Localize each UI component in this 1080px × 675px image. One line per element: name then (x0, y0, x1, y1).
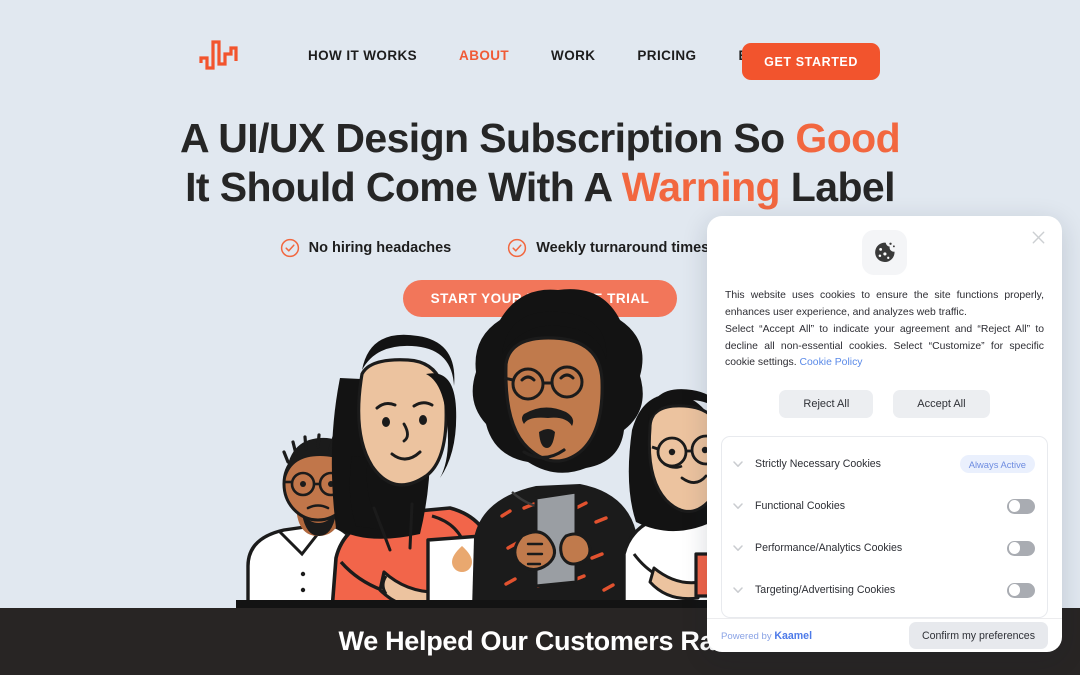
team-illustration (236, 289, 736, 610)
reject-all-button[interactable]: Reject All (779, 390, 874, 419)
page-title: A UI/UX Design Subscription So Good It S… (0, 115, 1080, 210)
nav-links: HOW IT WORKS ABOUT WORK PRICING BLOG (308, 48, 779, 63)
cookie-category-row: Targeting/Advertising Cookies (722, 569, 1047, 611)
powered-by-prefix: Powered by (721, 630, 775, 642)
accept-all-button[interactable]: Accept All (893, 390, 990, 419)
cookie-modal-header (707, 216, 1062, 275)
nav-link-pricing[interactable]: PRICING (637, 48, 696, 63)
hero-title-line2-tail: Label (780, 163, 896, 210)
toggle-knob (1008, 500, 1021, 513)
cookie-category-label: Functional Cookies (755, 500, 846, 513)
chevron-down-icon[interactable] (731, 583, 745, 597)
cookie-paragraph-1: This website uses cookies to ensure the … (725, 290, 1044, 318)
analytics-cookies-toggle[interactable] (1007, 540, 1035, 556)
nav-link-about[interactable]: ABOUT (459, 48, 509, 63)
cookie-category-row: Strictly Necessary Cookies Always Active (722, 443, 1047, 485)
chevron-down-icon[interactable] (731, 541, 745, 555)
cookie-modal-body: This website uses cookies to ensure the … (707, 275, 1062, 419)
feature-label: No hiring headaches (308, 239, 452, 256)
cookie-policy-link[interactable]: Cookie Policy (800, 357, 863, 368)
always-active-badge: Always Active (959, 455, 1035, 474)
nav-link-work[interactable]: WORK (551, 48, 595, 63)
get-started-button[interactable]: GET STARTED (742, 43, 880, 80)
functional-cookies-toggle[interactable] (1007, 498, 1035, 514)
cookie-primary-actions: Reject All Accept All (725, 390, 1044, 419)
toggle-knob (1008, 542, 1021, 555)
toggle-knob (1008, 584, 1021, 597)
band-title: We Helped Our Customers Rai (338, 626, 722, 656)
hero-title-line1-plain: A UI/UX Design Subscription So (179, 115, 796, 161)
hero-title-line2-highlight: Warning (621, 163, 781, 210)
cookie-icon (875, 242, 895, 263)
waveform-logo[interactable] (196, 33, 240, 77)
cookie-category-label: Targeting/Advertising Cookies (755, 584, 896, 597)
cookie-consent-modal: This website uses cookies to ensure the … (707, 216, 1062, 652)
cookie-modal-footer: Powered by Kaamel Confirm my preferences (707, 618, 1062, 652)
cookie-icon-badge (862, 230, 907, 275)
cookie-category-row: Performance/Analytics Cookies (722, 527, 1047, 569)
feature-item: No hiring headaches (280, 238, 452, 258)
chevron-down-icon[interactable] (731, 457, 745, 471)
cookie-category-label: Performance/Analytics Cookies (755, 542, 903, 555)
cookie-paragraph-2-text: Select “Accept All” to indicate your agr… (725, 323, 1044, 369)
cookie-category-row: Functional Cookies (722, 485, 1047, 527)
close-icon[interactable] (1030, 229, 1047, 246)
hero-title-line2: It Should Come With A Warning Label (0, 163, 1080, 210)
cookie-category-label: Strictly Necessary Cookies (755, 458, 881, 471)
powered-by-brand: Kaamel (774, 629, 813, 642)
chevron-down-icon[interactable] (731, 499, 745, 513)
cookie-paragraph-2: Select “Accept All” to indicate your agr… (725, 322, 1044, 373)
check-circle-icon (508, 238, 527, 257)
powered-by-label: Powered by Kaamel (721, 630, 812, 642)
check-circle-icon (280, 238, 299, 257)
hero-title-line1-highlight: Good (795, 115, 901, 161)
confirm-preferences-button[interactable]: Confirm my preferences (908, 622, 1048, 650)
advertising-cookies-toggle[interactable] (1007, 582, 1035, 598)
page-root: HOW IT WORKS ABOUT WORK PRICING BLOG GET… (0, 0, 1080, 675)
feature-label: Weekly turnaround times (536, 239, 710, 256)
nav-link-how-it-works[interactable]: HOW IT WORKS (308, 48, 417, 63)
top-navigation: HOW IT WORKS ABOUT WORK PRICING BLOG GET… (0, 0, 1080, 110)
cookie-categories-list: Strictly Necessary Cookies Always Active… (721, 436, 1048, 619)
hero-title-line2-plain: It Should Come With A (185, 163, 622, 210)
feature-item: Weekly turnaround times (507, 238, 709, 258)
